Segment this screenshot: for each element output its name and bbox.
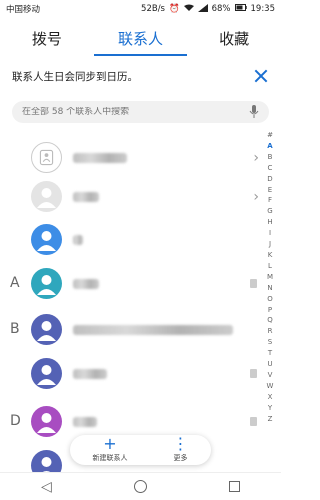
contact-card-avatar bbox=[31, 142, 62, 173]
index-letter[interactable]: D bbox=[267, 174, 272, 185]
clock: 19:35 bbox=[250, 4, 276, 14]
contacts-screen: 中国移动 52B/s ⏰ 68% 19:35 拨号 联系人 收藏 联系人生日会同… bbox=[0, 0, 281, 500]
sim-card-icon bbox=[250, 369, 257, 378]
avatar bbox=[31, 358, 62, 389]
birthday-sync-banner: 联系人生日会同步到日历。 bbox=[0, 61, 281, 91]
contact-name-blurred bbox=[73, 417, 97, 427]
back-icon[interactable]: ◁ bbox=[41, 479, 52, 495]
sim-card-icon bbox=[250, 279, 257, 288]
index-letter[interactable]: V bbox=[268, 370, 273, 381]
index-letter[interactable]: P bbox=[268, 305, 272, 316]
index-letter[interactable]: F bbox=[268, 195, 272, 206]
home-icon[interactable] bbox=[133, 480, 147, 493]
index-letter[interactable]: O bbox=[267, 294, 273, 305]
avatar bbox=[31, 181, 62, 212]
floating-action-bar: + 新建联系人 ⋮ 更多 bbox=[70, 435, 211, 465]
battery-icon bbox=[234, 4, 247, 14]
avatar bbox=[31, 314, 62, 345]
system-nav-bar: ◁ bbox=[0, 472, 281, 500]
recents-icon[interactable] bbox=[228, 481, 240, 492]
section-letter: B bbox=[10, 321, 20, 337]
index-letter[interactable]: I bbox=[269, 228, 271, 239]
alphabet-index[interactable]: # A B C D E F G H I J K L M N O P Q R S T U V W X Y Z bbox=[265, 130, 275, 424]
contact-name-blurred bbox=[73, 153, 127, 163]
index-letter[interactable]: Q bbox=[267, 315, 273, 326]
chevron-right-icon: › bbox=[253, 150, 259, 166]
contact-row[interactable] bbox=[0, 354, 265, 394]
search-input[interactable] bbox=[22, 107, 249, 117]
index-letter[interactable]: A bbox=[267, 141, 272, 152]
index-letter[interactable]: Y bbox=[268, 403, 272, 414]
chevron-right-icon: › bbox=[253, 189, 259, 205]
contact-name-blurred bbox=[73, 235, 83, 245]
avatar bbox=[31, 224, 62, 255]
search-bar[interactable] bbox=[12, 101, 269, 123]
index-letter[interactable]: H bbox=[267, 217, 272, 228]
banner-text: 联系人生日会同步到日历。 bbox=[12, 70, 138, 83]
contact-row[interactable]: › bbox=[0, 138, 265, 178]
sim-card-icon bbox=[250, 417, 257, 426]
contact-row[interactable] bbox=[0, 220, 265, 260]
index-letter[interactable]: R bbox=[268, 326, 273, 337]
contact-name-blurred bbox=[73, 192, 99, 202]
index-letter[interactable]: W bbox=[267, 381, 274, 392]
alarm-icon: ⏰ bbox=[169, 4, 180, 14]
more-button[interactable]: ⋮ 更多 bbox=[172, 434, 189, 463]
signal-icon bbox=[197, 3, 208, 15]
index-letter[interactable]: E bbox=[268, 185, 272, 196]
battery-percent: 68% bbox=[211, 4, 231, 14]
tab-bar: 拨号 联系人 收藏 bbox=[0, 24, 281, 54]
tab-contacts[interactable]: 联系人 bbox=[94, 24, 188, 54]
more-label: 更多 bbox=[173, 454, 188, 462]
index-letter[interactable]: B bbox=[268, 152, 273, 163]
wifi-icon bbox=[183, 4, 194, 15]
contact-name-blurred bbox=[73, 325, 233, 335]
section-letter: A bbox=[10, 275, 20, 291]
index-letter[interactable]: K bbox=[268, 250, 273, 261]
net-speed: 52B/s bbox=[141, 4, 165, 14]
index-letter[interactable]: N bbox=[267, 283, 272, 294]
contact-name-blurred bbox=[73, 279, 99, 289]
close-icon[interactable] bbox=[253, 68, 269, 84]
avatar bbox=[31, 406, 62, 437]
contact-name-blurred bbox=[73, 369, 107, 379]
index-letter[interactable]: L bbox=[268, 261, 272, 272]
index-letter[interactable]: G bbox=[267, 206, 272, 217]
status-icons: 52B/s ⏰ 68% 19:35 bbox=[141, 3, 276, 15]
tab-indicator bbox=[94, 54, 187, 56]
section-letter: D bbox=[10, 413, 21, 429]
contact-row[interactable]: B bbox=[0, 310, 265, 350]
more-vert-icon: ⋮ bbox=[172, 434, 189, 453]
microphone-icon[interactable] bbox=[249, 105, 259, 119]
status-bar: 中国移动 52B/s ⏰ 68% 19:35 bbox=[0, 0, 281, 18]
tab-dialer[interactable]: 拨号 bbox=[0, 24, 94, 54]
avatar bbox=[31, 268, 62, 299]
contact-row[interactable]: A bbox=[0, 264, 265, 304]
plus-icon: + bbox=[103, 434, 117, 453]
new-contact-button[interactable]: + 新建联系人 bbox=[92, 434, 128, 463]
index-letter[interactable]: T bbox=[268, 348, 272, 359]
index-letter[interactable]: Z bbox=[268, 414, 273, 425]
index-letter[interactable]: # bbox=[267, 130, 273, 141]
index-letter[interactable]: U bbox=[267, 359, 272, 370]
new-contact-label: 新建联系人 bbox=[92, 454, 128, 462]
carrier-label: 中国移动 bbox=[6, 5, 41, 15]
index-letter[interactable]: M bbox=[267, 272, 273, 283]
index-letter[interactable]: J bbox=[269, 239, 271, 250]
contact-row[interactable]: › bbox=[0, 177, 265, 217]
index-letter[interactable]: C bbox=[268, 163, 273, 174]
index-letter[interactable]: X bbox=[268, 392, 273, 403]
tab-favorites[interactable]: 收藏 bbox=[187, 24, 281, 54]
index-letter[interactable]: S bbox=[268, 337, 272, 348]
